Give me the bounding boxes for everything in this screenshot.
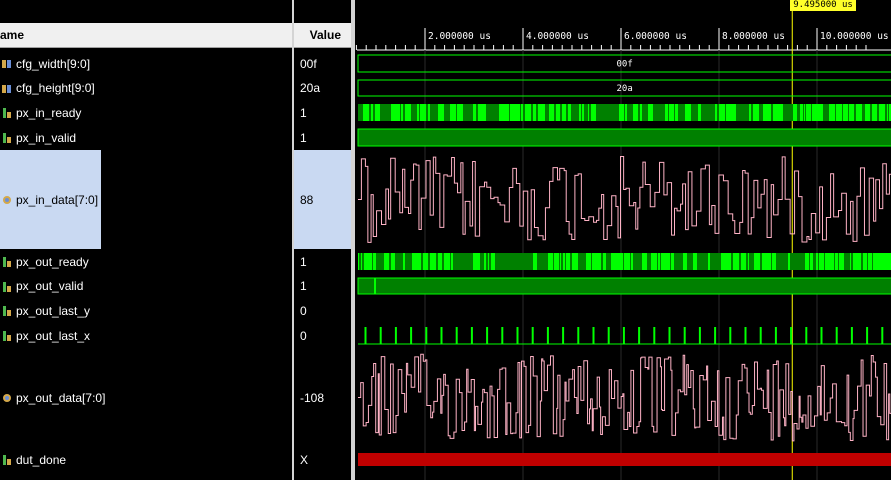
wave-px-in-data <box>358 156 891 243</box>
signal-row-dut-done[interactable]: dut_done <box>0 447 292 472</box>
waveform-canvas[interactable]: 2.000000 us 4.000000 us 6.000000 us 8.00000… <box>355 0 891 480</box>
name-column-header[interactable]: ame <box>0 23 292 48</box>
signal-name: cfg_height[9:0] <box>16 81 95 95</box>
signal-name: px_out_valid <box>16 279 84 293</box>
bit-icon <box>2 107 12 118</box>
signal-row-px-out-data[interactable]: px_out_data[7:0] <box>0 348 292 447</box>
signal-row-px-out-ready[interactable]: px_out_ready <box>0 249 292 274</box>
value-column-header[interactable]: Value <box>294 23 351 48</box>
signal-row-px-out-last-y[interactable]: px_out_last_y <box>0 298 292 323</box>
signal-value: 1 <box>300 130 307 145</box>
signal-name: dut_done <box>16 452 67 467</box>
signal-row-px-out-last-x[interactable]: px_out_last_x <box>0 323 292 348</box>
bit-icon <box>2 132 12 143</box>
waveform-pane[interactable]: 2.000000 us 4.000000 us 6.000000 us 8.00000… <box>355 0 891 480</box>
signal-row-px-out-valid[interactable]: px_out_valid <box>0 274 292 298</box>
bit-icon <box>2 281 12 292</box>
signal-name: px_in_valid <box>16 130 77 145</box>
wave-px-out-last-x <box>358 327 891 345</box>
wave-px-out-data <box>358 353 891 442</box>
signal-value: 0 <box>300 303 307 318</box>
ruler-tick-label: 8.000000 us <box>722 31 785 42</box>
bus-icon <box>2 58 12 69</box>
signal-row-px-in-data[interactable]: px_in_data[7:0] <box>0 150 101 249</box>
waveform-viewer: ame cfg_width[9:0] cfg_height[9:0] px_in_r… <box>0 0 891 480</box>
signal-value: 0 <box>300 328 307 343</box>
signal-value: 1 <box>300 279 307 293</box>
analog-icon <box>2 392 12 403</box>
signal-value: 00f <box>300 56 317 71</box>
signal-value: 1 <box>300 105 307 120</box>
signal-name: px_in_data[7:0] <box>16 192 99 207</box>
signal-row-cfg-height[interactable]: cfg_height[9:0] <box>0 76 292 100</box>
wave-px-out-valid <box>357 277 891 295</box>
signal-row-px-in-valid[interactable]: px_in_valid <box>0 125 292 150</box>
analog-icon <box>2 194 12 205</box>
bit-icon <box>2 256 12 267</box>
ruler-tick-label: 2.000000 us <box>428 31 491 42</box>
bus-value-label: 20a <box>617 84 633 94</box>
signal-name: px_out_last_x <box>16 328 91 343</box>
bus-value-label: 00f <box>617 60 633 70</box>
signal-row-cfg-width[interactable]: cfg_width[9:0] <box>0 51 292 76</box>
signal-value: 88 <box>294 150 351 249</box>
signal-value: X <box>300 452 309 467</box>
bit-icon <box>2 330 12 341</box>
cursor-time-label[interactable]: 9.495000 us <box>790 0 856 11</box>
wave-dut-done <box>358 453 891 466</box>
signal-name: px_out_data[7:0] <box>16 390 106 405</box>
ruler-tick-label: 10.000000 us <box>820 31 889 42</box>
bit-icon <box>2 305 12 316</box>
ruler-tick-label: 4.000000 us <box>526 31 589 42</box>
signal-name: px_out_last_y <box>16 303 91 318</box>
signal-value: 20a <box>300 81 321 95</box>
signal-row-px-in-ready[interactable]: px_in_ready <box>0 100 292 125</box>
signal-name: px_in_ready <box>16 105 82 120</box>
signal-value: 1 <box>300 254 307 269</box>
wave-px-in-valid <box>357 128 891 147</box>
signal-name: cfg_width[9:0] <box>16 56 91 71</box>
signal-value: -108 <box>300 390 325 405</box>
signal-name: px_out_ready <box>16 254 89 269</box>
ruler-tick-label: 6.000000 us <box>624 31 687 42</box>
signal-name-pane: ame cfg_width[9:0] cfg_height[9:0] px_in_r… <box>0 0 292 480</box>
bus-icon <box>2 83 12 94</box>
wave-px-in-ready <box>358 104 891 121</box>
bit-icon <box>2 454 12 465</box>
